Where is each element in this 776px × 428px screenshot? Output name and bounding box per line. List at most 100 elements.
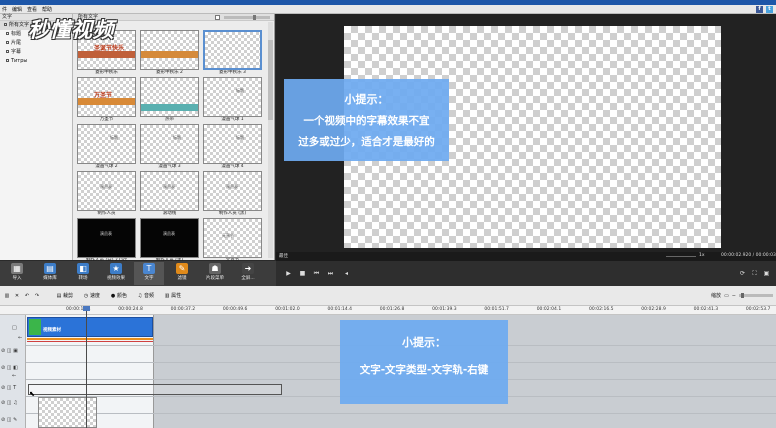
video-editor-window: 件 编辑 查看 帮助 f t 文字 所有文字 标题 片尾 字幕 Титры 秒懂视频 所… bbox=[0, 0, 776, 428]
undock-icon[interactable]: ▣ bbox=[762, 269, 771, 278]
action-label: 裁剪 bbox=[63, 293, 74, 299]
tool-button[interactable]: ☗ 片段菜单 bbox=[200, 262, 230, 285]
tool-button[interactable]: ➜ 全屏... bbox=[233, 262, 263, 285]
delete-icon[interactable]: ✕ bbox=[14, 293, 20, 299]
undo-icon[interactable]: ↶ bbox=[24, 293, 30, 299]
stop-icon[interactable]: ■ bbox=[298, 269, 307, 278]
template-thumbnail[interactable]: 标题 漫画气球 4 bbox=[203, 124, 262, 170]
template-thumbnail[interactable]: 演员表制作人员 (黑) bbox=[140, 218, 199, 264]
template-preview-image: 标题 bbox=[203, 77, 262, 117]
thumbnail-size-slider[interactable] bbox=[224, 15, 270, 20]
text-track-icon[interactable]: ⊘ ◫ T bbox=[1, 385, 16, 391]
zoom-fit-icon[interactable]: ▭ bbox=[724, 293, 729, 299]
tool-icon: ➜ bbox=[242, 263, 254, 274]
tool-icon: ▤ bbox=[44, 263, 56, 274]
folder-icon bbox=[6, 32, 9, 35]
action-icon: ● bbox=[110, 292, 116, 299]
template-caption: 滚动线 bbox=[162, 211, 177, 216]
template-thumbnail[interactable]: 演员表制作人员 (白) 2 Oct bbox=[77, 218, 136, 264]
facebook-icon[interactable]: f bbox=[756, 6, 763, 13]
audio-track-icon[interactable]: ⊘ ◫ ♫ bbox=[1, 400, 18, 406]
tree-item-label: 标题 bbox=[11, 31, 22, 37]
menu-view[interactable]: 查看 bbox=[27, 6, 37, 13]
gallery-scrollbar[interactable] bbox=[268, 22, 273, 258]
template-thumbnail[interactable]: 演员表 滚动线 bbox=[140, 171, 199, 217]
volume-bar[interactable] bbox=[666, 256, 696, 257]
template-preview-image: 标题 bbox=[203, 124, 262, 164]
tool-button[interactable]: ▤ 媒体库 bbox=[35, 262, 65, 285]
time-readout: 00:00:02.920 / 00:00:03 bbox=[721, 253, 776, 258]
template-preview-image: 标题 bbox=[77, 124, 136, 164]
timeline-ruler[interactable]: 00:00:12.4 00:00:24.8 00:00:37.2 00:00:49.6… bbox=[0, 306, 776, 315]
timeline-action-button[interactable]: ● 颜色 bbox=[110, 292, 127, 300]
video-track-icon[interactable]: □ bbox=[12, 325, 17, 331]
timeline-action-button[interactable]: ◷ 速度 bbox=[83, 292, 100, 300]
snapshot-icon[interactable]: ⟳ bbox=[738, 269, 747, 278]
effect-track-icon[interactable]: ⊘ ◫ ✎ bbox=[1, 417, 17, 423]
next-frame-icon[interactable]: ⏭ bbox=[326, 269, 335, 278]
zoom-slider[interactable] bbox=[739, 293, 773, 298]
video-clip[interactable]: 视频素材 bbox=[27, 317, 153, 337]
template-thumbnail[interactable]: 演员表制作人员 (黑) bbox=[203, 171, 262, 217]
tool-button[interactable]: ▦ 导入 bbox=[2, 262, 32, 285]
tree-item[interactable]: Титры bbox=[0, 57, 72, 66]
template-sample-text: 标题 bbox=[236, 135, 244, 140]
template-thumbnail[interactable]: 演员表 制作人员 bbox=[77, 171, 136, 217]
action-icon: ▥ bbox=[164, 292, 170, 299]
twitter-icon[interactable]: t bbox=[766, 6, 773, 13]
timeline-action-button[interactable]: ▥ 属性 bbox=[164, 292, 181, 300]
template-preview-image: 演员表 bbox=[203, 171, 262, 211]
ruler-tick-label: 00:00:24.8 bbox=[118, 307, 143, 312]
folder-icon bbox=[6, 59, 9, 62]
prev-frame-icon[interactable]: ⏮ bbox=[312, 269, 321, 278]
tool-button[interactable]: ◧ 转场 bbox=[68, 262, 98, 285]
tree-item[interactable]: 字幕 bbox=[0, 48, 72, 57]
template-thumbnail[interactable]: 菱形中秋乐 3 bbox=[203, 30, 262, 76]
timeline-playhead[interactable] bbox=[83, 306, 90, 428]
track-visibility-icon[interactable]: ⊘ ◫ ◧ bbox=[1, 365, 18, 371]
timeline-action-button[interactable]: ▤ 裁剪 bbox=[56, 292, 74, 300]
main-toolbar: ▦ 导入 ▤ 媒体库 ◧ 转场 ★ 视频效果 T 文字 ✎ 滤镜 ☗ 片段菜单 ➜ 全屏... bbox=[0, 261, 276, 286]
quality-label[interactable]: 最佳 bbox=[279, 253, 288, 259]
template-caption: 菱形中秋乐 bbox=[95, 70, 118, 75]
menu-file[interactable]: 件 bbox=[2, 6, 7, 13]
storyboard-icon[interactable]: ▥ bbox=[4, 293, 10, 299]
zoom-controls: 缩放 ▭ − bbox=[711, 292, 773, 299]
scrollbar-knob[interactable] bbox=[268, 40, 273, 120]
template-thumbnail[interactable]: 标题 漫画气球 2 bbox=[77, 124, 136, 170]
template-sample-text: 演员表 bbox=[163, 231, 175, 236]
zoom-out-icon[interactable]: − bbox=[732, 293, 736, 299]
redo-icon[interactable]: ↷ bbox=[34, 293, 40, 299]
menu-help[interactable]: 帮助 bbox=[42, 6, 52, 13]
tool-button[interactable]: ★ 视频效果 bbox=[101, 262, 131, 285]
logo-text: 秒懂视频 bbox=[28, 18, 114, 42]
ruler-tick-label: 00:01:02.0 bbox=[275, 307, 300, 312]
template-thumbnail[interactable]: 菱形中秋乐 2 bbox=[140, 30, 199, 76]
template-thumbnail[interactable]: 元宵节元宵节 bbox=[203, 218, 262, 264]
tip-title: 小提示： bbox=[344, 93, 389, 106]
template-thumbnail[interactable]: 万圣节 万圣节 bbox=[77, 77, 136, 123]
tool-button[interactable]: ✎ 滤镜 bbox=[167, 262, 197, 285]
template-caption: 漫画气球 2 bbox=[95, 164, 118, 169]
template-thumbnail[interactable]: 热带 bbox=[140, 77, 199, 123]
speed-label[interactable]: 1x bbox=[699, 253, 705, 258]
clip-thumbnail bbox=[29, 319, 41, 335]
tool-icon: T bbox=[143, 263, 155, 274]
grid-view-icon[interactable] bbox=[215, 15, 220, 20]
template-caption: 菱形中秋乐 3 bbox=[219, 70, 246, 75]
track-lock-icon[interactable]: ⊘ ◫ ▣ bbox=[1, 348, 18, 354]
template-preview-image bbox=[140, 77, 199, 117]
tool-button[interactable]: T 文字 bbox=[134, 262, 164, 285]
volume-icon[interactable]: ◂ bbox=[342, 269, 351, 278]
ruler-tick-label: 00:02:41.3 bbox=[693, 307, 719, 312]
template-thumbnail[interactable]: 标题 漫画气球 1 bbox=[203, 77, 262, 123]
template-thumbnail[interactable]: 标题 漫画气球 3 bbox=[140, 124, 199, 170]
menu-edit[interactable]: 编辑 bbox=[12, 6, 22, 13]
timeline-action-button[interactable]: ♫ 音频 bbox=[137, 292, 154, 300]
folder-icon bbox=[6, 41, 9, 44]
ruler-tick-label: 00:02:28.9 bbox=[641, 307, 666, 312]
play-icon[interactable]: ▶ bbox=[284, 269, 293, 278]
template-preview-image: 标题 bbox=[140, 124, 199, 164]
fullscreen-icon[interactable]: ⛶ bbox=[750, 269, 759, 278]
folder-icon bbox=[4, 23, 7, 26]
